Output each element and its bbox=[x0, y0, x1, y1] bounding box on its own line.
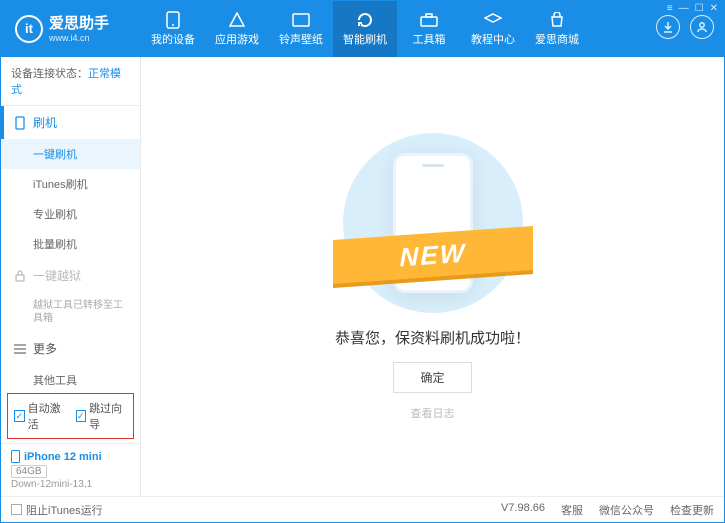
tutorial-icon bbox=[483, 12, 503, 28]
maximize-icon[interactable]: ☐ bbox=[695, 3, 704, 14]
footer-update[interactable]: 检查更新 bbox=[670, 502, 714, 518]
phone-icon bbox=[163, 12, 183, 28]
connected-device[interactable]: iPhone 12 mini 64GB Down-12mini-13,1 bbox=[1, 443, 140, 496]
close-icon[interactable]: ✕ bbox=[710, 3, 718, 14]
nav-apps[interactable]: 应用游戏 bbox=[205, 1, 269, 57]
device-status: 设备连接状态：正常模式 bbox=[1, 57, 140, 106]
window-controls: ≡ — ☐ ✕ bbox=[667, 3, 718, 14]
check-icon: ✓ bbox=[14, 410, 25, 422]
shop-icon bbox=[547, 12, 567, 28]
sidebar-group-more[interactable]: 更多 bbox=[1, 332, 140, 365]
apps-icon bbox=[227, 12, 247, 28]
success-message: 恭喜您，保资料刷机成功啦！ bbox=[335, 327, 530, 348]
sidebar-group-jailbreak[interactable]: 一键越狱 bbox=[1, 259, 140, 292]
refresh-icon bbox=[355, 12, 375, 28]
nav-toolbox[interactable]: 工具箱 bbox=[397, 1, 461, 57]
sidebar-item-pro-flash[interactable]: 专业刷机 bbox=[1, 199, 140, 229]
sidebar-item-batch-flash[interactable]: 批量刷机 bbox=[1, 229, 140, 259]
status-footer: 阻止iTunes运行 V7.98.66 客服 微信公众号 检查更新 bbox=[1, 496, 724, 522]
checkbox-auto-activate[interactable]: ✓ 自动激活 bbox=[14, 400, 66, 432]
user-icon[interactable] bbox=[690, 15, 714, 39]
footer-wechat[interactable]: 微信公众号 bbox=[599, 502, 654, 518]
download-icon[interactable] bbox=[656, 15, 680, 39]
sidebar: 设备连接状态：正常模式 刷机 一键刷机 iTunes刷机 专业刷机 批量刷机 一… bbox=[1, 57, 141, 496]
storage-badge: 64GB bbox=[11, 465, 47, 478]
options-highlight: ✓ 自动激活 ✓ 跳过向导 bbox=[7, 393, 134, 439]
sidebar-item-other-tools[interactable]: 其他工具 bbox=[1, 365, 140, 389]
sidebar-group-flash[interactable]: 刷机 bbox=[1, 106, 140, 139]
check-icon: ✓ bbox=[76, 410, 87, 422]
footer-service[interactable]: 客服 bbox=[561, 502, 583, 518]
minimize-icon[interactable]: — bbox=[679, 3, 689, 14]
phone-small-icon bbox=[11, 450, 20, 463]
main-content: NEW 恭喜您，保资料刷机成功啦！ 确定 查看日志 bbox=[141, 57, 724, 496]
nav-tutorial[interactable]: 教程中心 bbox=[461, 1, 525, 57]
checkbox-block-itunes[interactable] bbox=[11, 504, 22, 515]
phone-outline-icon bbox=[13, 116, 27, 130]
logo-icon: it bbox=[15, 15, 43, 43]
wallpaper-icon bbox=[291, 12, 311, 28]
menu-icon[interactable]: ≡ bbox=[667, 3, 673, 14]
header-actions bbox=[656, 15, 714, 39]
sidebar-item-itunes-flash[interactable]: iTunes刷机 bbox=[1, 169, 140, 199]
nav-ringtone[interactable]: 铃声壁纸 bbox=[269, 1, 333, 57]
menu-lines-icon bbox=[13, 344, 27, 354]
brand-area: it 爱思助手 www.i4.cn bbox=[1, 15, 141, 44]
nav-my-device[interactable]: 我的设备 bbox=[141, 1, 205, 57]
brand-url: www.i4.cn bbox=[49, 33, 109, 44]
version-label: V7.98.66 bbox=[501, 502, 545, 518]
sidebar-item-oneclick-flash[interactable]: 一键刷机 bbox=[1, 139, 140, 169]
nav-shop[interactable]: 爱思商城 bbox=[525, 1, 589, 57]
view-log-link[interactable]: 查看日志 bbox=[411, 405, 455, 421]
toolbox-icon bbox=[419, 12, 439, 28]
device-model: Down-12mini-13,1 bbox=[11, 479, 130, 490]
success-illustration: NEW bbox=[343, 133, 523, 313]
nav-smart-flash[interactable]: 智能刷机 bbox=[333, 1, 397, 57]
checkbox-skip-guide[interactable]: ✓ 跳过向导 bbox=[76, 400, 128, 432]
main-nav: 我的设备 应用游戏 铃声壁纸 智能刷机 工具箱 教程中心 bbox=[141, 1, 589, 57]
jailbreak-note: 越狱工具已转移至工具箱 bbox=[1, 292, 140, 332]
ok-button[interactable]: 确定 bbox=[393, 362, 471, 393]
app-header: ≡ — ☐ ✕ it 爱思助手 www.i4.cn 我的设备 应用游戏 铃声壁纸 bbox=[1, 1, 724, 57]
lock-icon bbox=[13, 270, 27, 282]
brand-name: 爱思助手 bbox=[49, 15, 109, 33]
